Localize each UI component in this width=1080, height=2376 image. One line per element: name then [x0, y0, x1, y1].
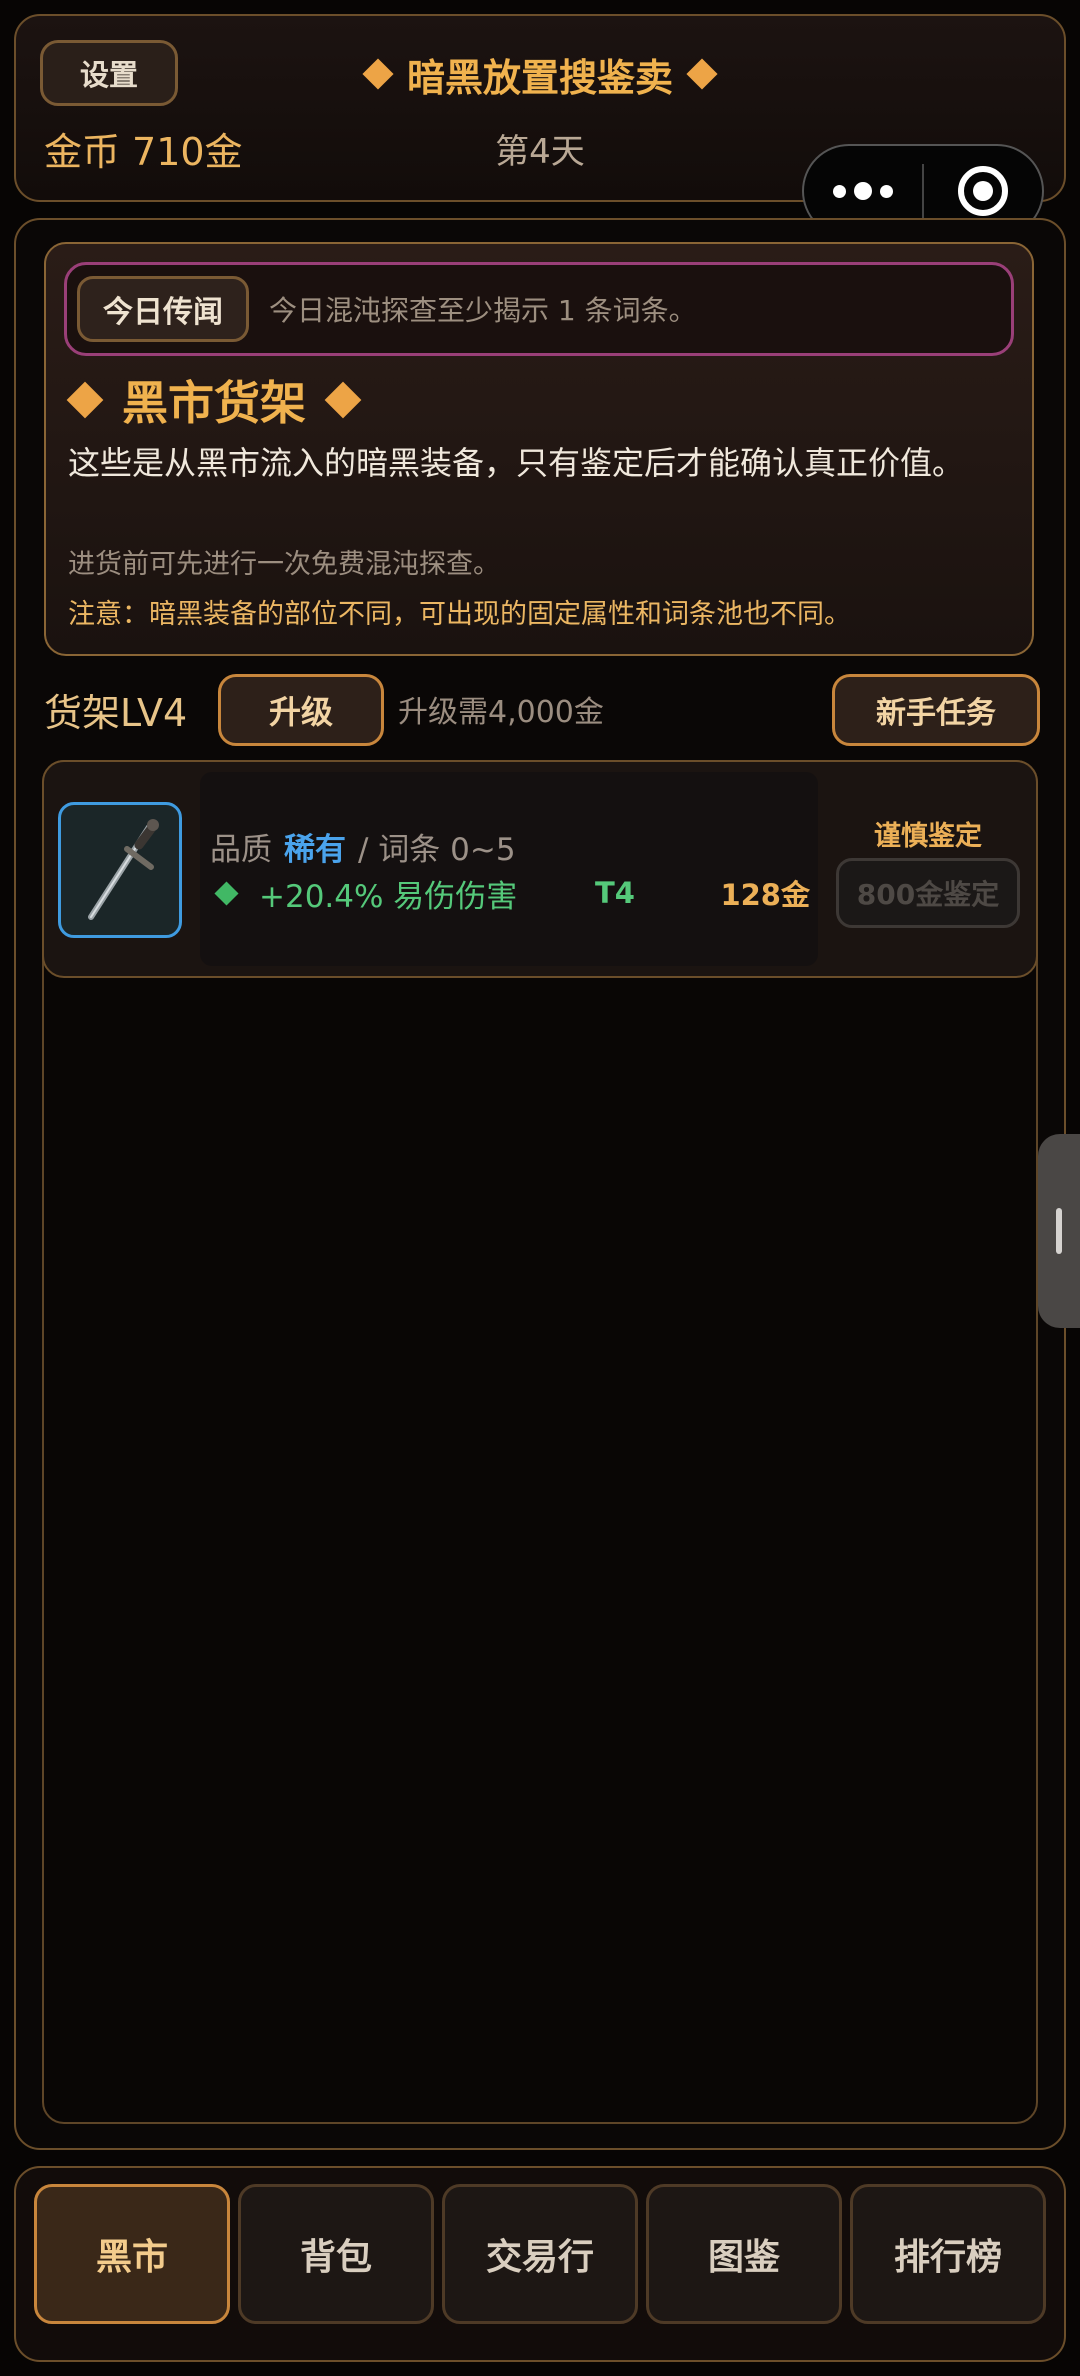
affix-range: / 词条 0~5	[358, 831, 516, 868]
side-drawer-handle[interactable]	[1038, 1134, 1080, 1328]
appraise-button[interactable]: 800金鉴定	[836, 858, 1020, 928]
section-heading-text: 黑市货架	[122, 376, 306, 430]
dagger-icon[interactable]	[58, 802, 182, 938]
tab-leaderboard[interactable]: 排行榜	[850, 2184, 1046, 2324]
gold-value: 710金	[132, 129, 243, 174]
news-bar: 今日传闻 今日混沌探查至少揭示 1 条词条。	[64, 262, 1014, 356]
section-heading: 黑市货架	[66, 368, 362, 432]
affix-diamond-icon	[214, 880, 239, 906]
close-program-icon[interactable]	[924, 166, 1042, 216]
upgrade-cost: 升级需4,000金	[398, 695, 604, 730]
news-badge[interactable]: 今日传闻	[77, 276, 249, 342]
app-title-text: 暗黑放置搜鉴卖	[406, 55, 673, 100]
careful-appraise-label: 谨慎鉴定	[874, 820, 982, 852]
gold-label: 金币	[44, 129, 121, 174]
diamond-icon	[324, 381, 362, 419]
day-counter: 第4天	[495, 131, 585, 172]
more-menu-icon[interactable]	[804, 182, 922, 200]
affix-text: +20.4% 易伤伤害	[259, 878, 518, 915]
news-text: 今日混沌探查至少揭示 1 条词条。	[269, 294, 697, 327]
app-title: 暗黑放置搜鉴卖	[340, 44, 740, 104]
shelf-level: 货架LV4	[44, 690, 188, 735]
quality-value: 稀有	[284, 831, 346, 868]
quality-line: 品质 稀有 / 词条 0~5	[210, 822, 516, 870]
section-description: 这些是从黑市流入的暗黑装备，只有鉴定后才能确认真正价值。	[68, 444, 965, 482]
tab-trading-house[interactable]: 交易行	[442, 2184, 638, 2324]
upgrade-button[interactable]: 升级	[218, 674, 384, 746]
affix-tier: T4	[595, 876, 635, 910]
item-price: 128金	[720, 878, 810, 912]
settings-button[interactable]: 设置	[40, 40, 178, 106]
diamond-icon	[686, 58, 718, 90]
tab-codex[interactable]: 图鉴	[646, 2184, 842, 2324]
newbie-quest-button[interactable]: 新手任务	[832, 674, 1040, 746]
note-text: 注意：暗黑装备的部位不同，可出现的固定属性和词条池也不同。	[68, 599, 851, 630]
tab-black-market[interactable]: 黑市	[34, 2184, 230, 2324]
gold-counter: 金币 710金	[44, 120, 243, 176]
hint-text: 进货前可先进行一次免费混沌探查。	[68, 549, 500, 580]
affix-line: +20.4% 易伤伤害 T4 128金	[214, 868, 814, 918]
tab-backpack[interactable]: 背包	[238, 2184, 434, 2324]
diamond-icon	[362, 58, 394, 90]
quality-label: 品质	[210, 831, 272, 868]
diamond-icon	[66, 381, 104, 419]
